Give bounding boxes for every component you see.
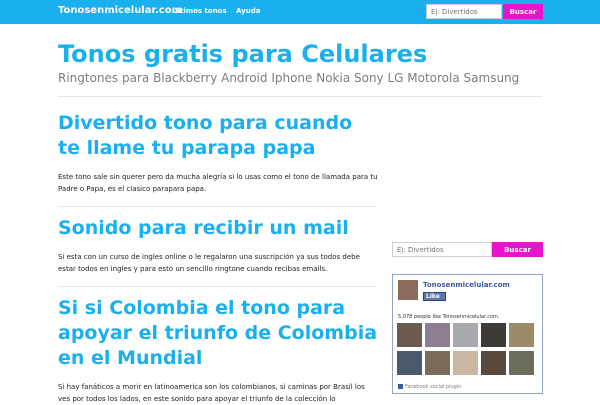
header-divider xyxy=(58,96,542,97)
site-subtitle: Ringtones para Blackberry Android Iphone… xyxy=(58,71,520,85)
nav-ayuda[interactable]: Ayuda xyxy=(236,7,260,15)
fan-avatar[interactable] xyxy=(425,323,450,347)
fan-avatar[interactable] xyxy=(481,351,506,375)
nav-ultimos-tonos[interactable]: Ultimos tonos xyxy=(172,7,227,15)
fan-avatar[interactable] xyxy=(481,323,506,347)
fan-avatar[interactable] xyxy=(397,323,422,347)
post-excerpt: Este tono sale sin querer pero da mucha … xyxy=(58,173,378,193)
facebook-icon xyxy=(398,384,403,389)
post-divider xyxy=(58,206,376,207)
brand-link[interactable]: Tonosenmicelular.com xyxy=(58,5,182,16)
facebook-plugin-footer[interactable]: Facebook social plugin xyxy=(398,384,461,390)
plugin-text: Facebook social plugin xyxy=(405,384,462,390)
fan-avatar[interactable] xyxy=(453,351,478,375)
facebook-page-name[interactable]: Tonosenmicelular.com xyxy=(423,281,510,289)
fan-avatar[interactable] xyxy=(453,323,478,347)
like-label: Like xyxy=(426,293,440,300)
post-title[interactable]: Si si Colombia el tono para apoyar el tr… xyxy=(58,296,378,371)
like-count: 5,078 people like Tonosenmicelular.com. xyxy=(398,314,500,320)
fan-avatar[interactable] xyxy=(397,351,422,375)
fan-avatar[interactable] xyxy=(509,351,534,375)
facebook-like-button[interactable]: Like xyxy=(423,292,446,301)
post-excerpt: Si esta con un curso de ingles online o … xyxy=(58,253,360,273)
top-navbar: Tonosenmicelular.com Ultimos tonos Ayuda… xyxy=(0,0,600,24)
post-divider xyxy=(58,286,376,287)
top-search-input[interactable] xyxy=(426,4,502,19)
sidebar-search-button[interactable]: Buscar xyxy=(492,242,543,257)
top-search-button[interactable]: Buscar xyxy=(503,4,543,19)
post-title[interactable]: Divertido tono para cuando te llame tu p… xyxy=(58,111,378,161)
sidebar-search-input[interactable] xyxy=(392,242,492,257)
site-title[interactable]: Tonos gratis para Celulares xyxy=(58,40,427,68)
post-excerpt: Si hay fanáticos a morir en latinoameric… xyxy=(58,383,365,403)
fan-avatar[interactable] xyxy=(425,351,450,375)
fan-avatar[interactable] xyxy=(509,323,534,347)
page-avatar[interactable] xyxy=(398,280,418,300)
post-title[interactable]: Sonido para recibir un mail xyxy=(58,216,378,241)
facebook-like-box: Tonosenmicelular.com Like 5,078 people l… xyxy=(392,274,543,394)
